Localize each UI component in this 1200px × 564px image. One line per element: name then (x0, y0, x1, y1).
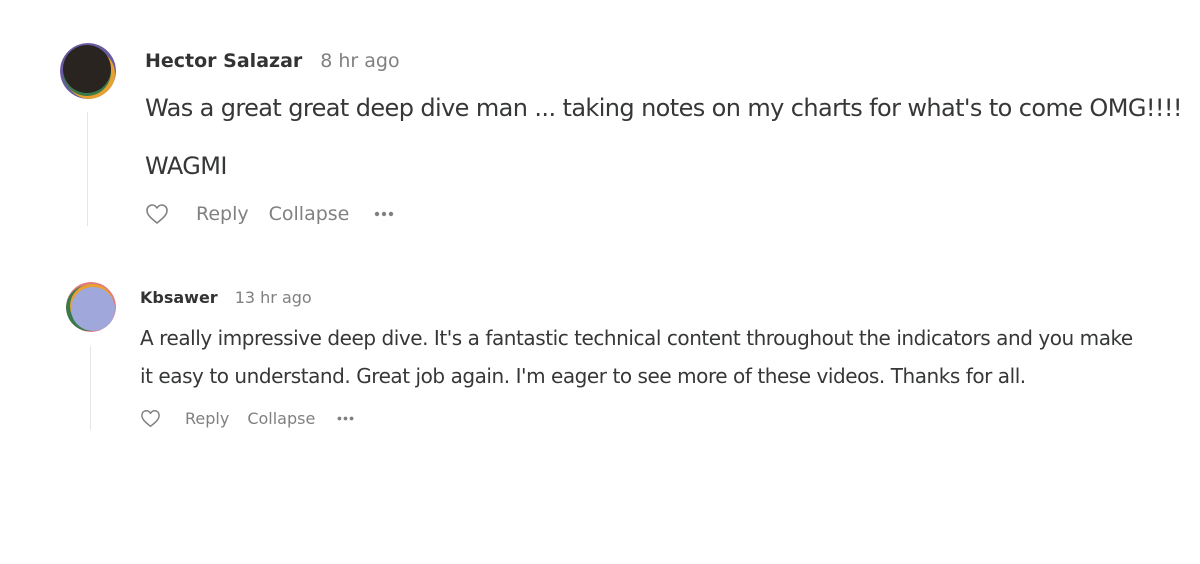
author-name[interactable]: Hector Salazar (145, 50, 302, 72)
timestamp[interactable]: 13 hr ago (235, 288, 312, 307)
more-dots-icon[interactable] (336, 415, 355, 422)
timestamp[interactable]: 8 hr ago (320, 50, 399, 72)
collapse-button[interactable]: Collapse (269, 203, 350, 225)
reply-button[interactable]: Reply (185, 409, 229, 428)
avatar[interactable] (66, 282, 116, 332)
author-name[interactable]: Kbsawer (140, 288, 218, 307)
more-dots-icon[interactable] (373, 210, 395, 218)
avatar[interactable] (60, 43, 116, 99)
collapse-button[interactable]: Collapse (247, 409, 315, 428)
comment: Hector Salazar 8 hr ago Was a great great… (0, 0, 1200, 240)
comment-actions: Reply Collapse (145, 201, 395, 227)
comment-text: Was a great great deep dive man ... taki… (145, 94, 1183, 122)
heart-icon[interactable] (145, 203, 169, 225)
comment-header: Kbsawer 13 hr ago (140, 287, 312, 309)
thread-line[interactable] (87, 112, 88, 226)
comment-text: WAGMI (145, 152, 227, 180)
comment: Kbsawer 13 hr ago A really impressive dee… (0, 270, 1200, 440)
comment-actions: Reply Collapse (140, 407, 355, 429)
heart-icon[interactable] (140, 409, 161, 428)
comment-text: it easy to understand. Great job again. … (140, 364, 1026, 388)
comment-header: Hector Salazar 8 hr ago (145, 49, 400, 73)
comments-section: Hector Salazar 8 hr ago Was a great great… (0, 0, 1200, 564)
reply-button[interactable]: Reply (196, 203, 249, 225)
thread-line[interactable] (90, 346, 91, 430)
comment-text: A really impressive deep dive. It's a fa… (140, 326, 1133, 350)
